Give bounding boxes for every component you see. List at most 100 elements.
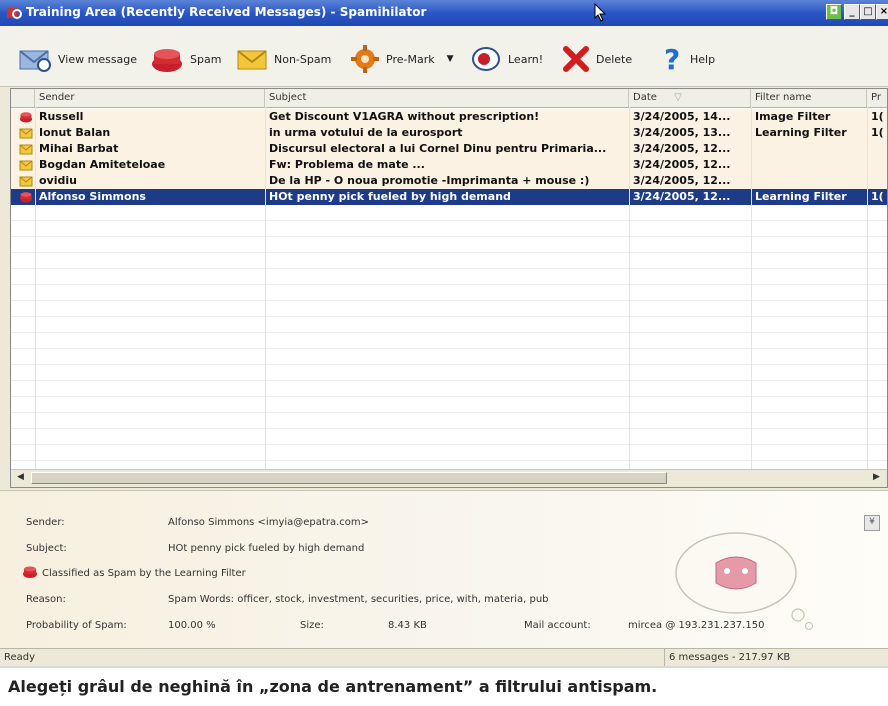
classification-text: Classified as Spam by the Learning Filte… [42,568,246,579]
status-text: Ready [4,652,36,663]
size-value: 8.43 KB [388,620,427,631]
learn-brain-icon [472,47,500,71]
question-mark-icon: ? [664,45,680,73]
envelope-view-icon [19,50,51,72]
cell-date: 3/24/2005, 13... [633,126,731,139]
empty-row [11,413,887,429]
delete-button[interactable]: Delete [562,44,632,74]
cell-subject: De la HP - O noua promotie -Imprimanta +… [269,174,590,187]
cell-date: 3/24/2005, 12... [633,174,731,187]
view-message-button[interactable]: View message [18,44,137,74]
spam-label: Spam [190,52,222,66]
cell-sender: Bogdan Amiteteloae [39,158,166,171]
empty-row [11,365,887,381]
spam-button[interactable]: Spam [150,44,221,74]
cell-subject: Discursul electoral a lui Cornel Dinu pe… [269,142,607,155]
delete-x-icon [563,46,589,72]
figure-caption: Alegeți grâul de neghină în „zona de ant… [0,666,888,706]
status-bar: Ready 6 messages - 217.97 KB [0,648,888,666]
spam-mascot-thought-bubble-icon [675,532,813,630]
close-icon[interactable]: × [876,4,888,20]
empty-row [11,301,887,317]
help-button[interactable]: ? Help [662,44,715,74]
subject-value: HOt penny pick fueled by high demand [168,543,365,554]
column-header-subject[interactable]: Subject [265,89,629,107]
non-spam-label: Non-Spam [274,52,332,66]
cell-sender: Russell [39,110,84,123]
envelope-yellow-icon [15,141,33,157]
cell-subject: Get Discount V1AGRA without prescription… [269,110,540,123]
pre-mark-button[interactable]: Pre-Mark ▼ [350,44,454,74]
table-row[interactable]: Bogdan Amiteteloae Fw: Problema de mate .… [11,157,887,173]
column-header-icon[interactable] [11,89,35,107]
subject-label: Subject: [26,543,67,554]
mouse-cursor-icon [594,3,607,22]
empty-row [11,349,887,365]
message-list[interactable]: Sender Subject Date ▽ Filter name Pr Rus… [10,88,888,488]
toolbar: View message Spam Non-Spam Pre-Mark ▼ Le… [0,26,888,87]
sender-value: Alfonso Simmons <imyia@epatra.com> [168,517,369,528]
column-header-row: Sender Subject Date ▽ Filter name Pr [11,89,887,108]
empty-row [11,317,887,333]
collapse-details-button[interactable]: ¥ [864,515,880,531]
size-label: Size: [300,620,324,631]
spam-can-icon [152,49,182,72]
caption-text: Alegeți grâul de neghină în „zona de ant… [8,677,658,696]
cell-pr: 1( [871,190,884,203]
minimize-icon[interactable]: _ [844,4,860,20]
table-row[interactable]: Ionut Balan in urma votului de la eurospo… [11,125,887,141]
column-header-sender[interactable]: Sender [35,89,265,107]
horizontal-scrollbar[interactable]: ◀ ▶ [11,469,887,487]
cell-subject: HOt penny pick fueled by high demand [269,190,511,203]
column-divider [751,107,752,469]
column-divider [265,107,266,469]
table-row[interactable]: ovidiu De la HP - O noua promotie -Imprim… [11,173,887,189]
cell-filter [751,141,867,157]
view-message-label: View message [58,52,138,66]
learn-button[interactable]: Learn! [470,44,543,74]
message-count: 6 messages - 217.97 KB [664,649,874,666]
empty-row [11,205,887,221]
scrollbar-thumb[interactable] [31,472,667,484]
cell-filter: Learning Filter [755,126,847,139]
cell-date: 3/24/2005, 14... [633,110,731,123]
scroll-right-icon[interactable]: ▶ [873,472,880,482]
sender-label: Sender: [26,517,65,528]
pre-mark-label: Pre-Mark [386,52,435,66]
column-header-date-label: Date [633,92,657,103]
empty-row [11,253,887,269]
column-divider [35,107,36,469]
column-header-filter-name[interactable]: Filter name [751,89,867,107]
cell-sender: Ionut Balan [39,126,111,139]
title-bar[interactable]: Training Area (Recently Received Message… [0,0,888,26]
probability-label: Probability of Spam: [26,620,127,631]
spamihilator-window: Training Area (Recently Received Message… [0,0,888,666]
cell-date: 3/24/2005, 12... [633,142,731,155]
column-header-date[interactable]: Date ▽ [629,89,751,107]
cell-pr [867,173,887,189]
help-icon[interactable]: ◘ [826,4,842,20]
table-row[interactable]: Mihai Barbat Discursul electoral a lui Co… [11,141,887,157]
table-row[interactable]: Alfonso Simmons HOt penny pick fueled by … [11,189,887,205]
spam-can-icon [15,109,33,125]
column-header-probability[interactable]: Pr [867,89,887,107]
envelope-yellow-icon [15,157,33,173]
cell-sender: Alfonso Simmons [39,190,146,203]
chevron-down-icon[interactable]: ▼ [447,54,454,64]
column-divider [867,107,868,469]
cell-filter [751,173,867,189]
scroll-left-icon[interactable]: ◀ [17,472,24,482]
empty-row [11,381,887,397]
cell-pr: 1( [871,126,884,139]
envelope-yellow-icon [15,173,33,189]
non-spam-button[interactable]: Non-Spam [236,44,331,74]
cell-filter [751,157,867,173]
empty-row [11,269,887,285]
empty-row [11,221,887,237]
table-row[interactable]: Russell Get Discount V1AGRA without presc… [11,109,887,125]
cell-subject: in urma votului de la eurosport [269,126,463,139]
empty-row [11,285,887,301]
cell-filter: Image Filter [755,110,831,123]
svg-text:?: ? [664,45,680,73]
maximize-icon[interactable]: □ [860,4,876,20]
